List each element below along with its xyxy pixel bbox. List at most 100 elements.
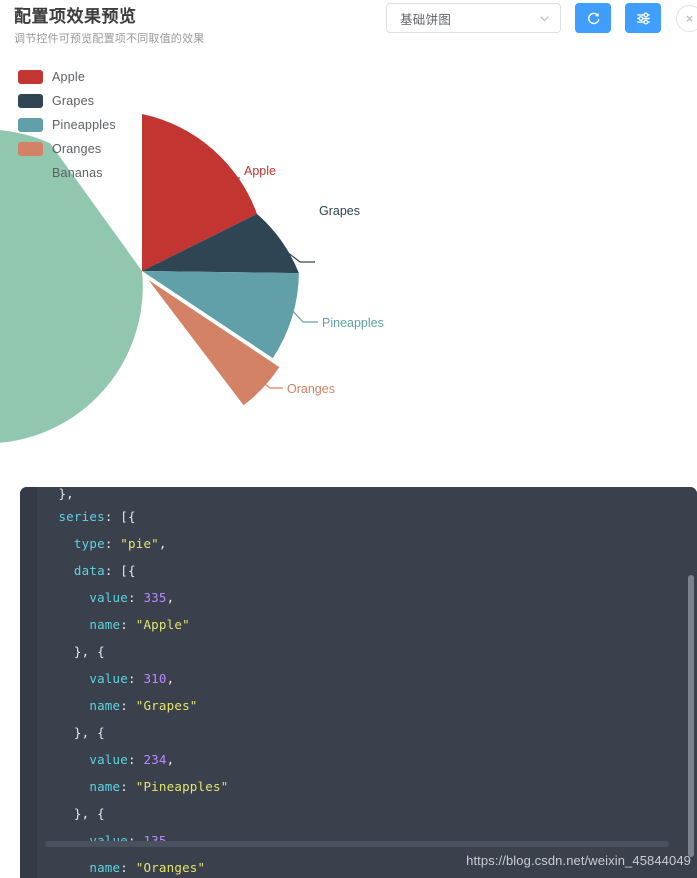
code-token-pun: : (104, 536, 121, 551)
legend-label-grapes: Grapes (52, 94, 95, 108)
code-line[interactable]: series: [{ (37, 503, 697, 530)
code-token-key: name (89, 860, 121, 875)
code-vertical-scrollbar[interactable] (688, 575, 694, 857)
code-token-key: name (89, 617, 121, 632)
code-token-str: "Pineapples" (135, 779, 229, 794)
code-gutter (20, 487, 37, 878)
code-token-pun: }, { (73, 806, 105, 821)
code-token-key: value (89, 752, 128, 767)
code-token-pun: : (128, 590, 144, 605)
code-line[interactable]: name: "Pineapples" (37, 773, 697, 800)
legend-label-apple: Apple (52, 70, 85, 84)
code-line[interactable]: name: "Apple" (37, 611, 697, 638)
pie-label-grapes: Grapes (319, 204, 360, 218)
code-line[interactable]: name: "Grapes" (37, 692, 697, 719)
code-token-key: value (89, 590, 128, 605)
code-token-pun: : (128, 671, 144, 686)
legend-label-pineapples: Pineapples (52, 118, 116, 132)
sliders-icon (636, 11, 651, 26)
refresh-icon (586, 11, 601, 26)
code-line[interactable]: type: "pie", (37, 530, 697, 557)
code-token-str: "Apple" (135, 617, 190, 632)
legend-item-pineapples[interactable]: Pineapples (18, 113, 116, 137)
legend-swatch-bananas (18, 166, 43, 180)
code-token-num: 310 (143, 671, 167, 686)
legend-label-bananas: Bananas (52, 166, 103, 180)
code-token-str: "Grapes" (135, 698, 198, 713)
code-line[interactable]: data: [{ (37, 557, 697, 584)
code-editor[interactable]: }, series: [{ type: "pie", data: [{ valu… (20, 487, 697, 878)
code-line[interactable]: value: 335, (37, 584, 697, 611)
code-token-pun: : (128, 752, 144, 767)
code-token-key: series (58, 509, 105, 524)
close-button[interactable]: × (676, 4, 697, 32)
title-block: 配置项效果预览 调节控件可预览配置项不同取值的效果 (14, 6, 204, 47)
refresh-button[interactable] (575, 3, 611, 33)
code-token-pun: : (120, 617, 136, 632)
code-token-num: 335 (143, 590, 167, 605)
settings-button[interactable] (625, 3, 661, 33)
legend-swatch-oranges (18, 142, 43, 156)
code-token-str: "Oranges" (135, 860, 206, 875)
code-line[interactable]: }, { (37, 800, 697, 827)
legend-swatch-apple (18, 70, 43, 84)
pie-label-line-pineapples (289, 307, 318, 323)
code-line[interactable]: value: 310, (37, 665, 697, 692)
code-token-pun: , (166, 752, 175, 767)
legend-swatch-grapes (18, 94, 43, 108)
code-token-pun: }, { (73, 644, 105, 659)
watermark: https://blog.csdn.net/weixin_45844049 (466, 853, 691, 868)
code-content[interactable]: }, series: [{ type: "pie", data: [{ valu… (37, 487, 697, 878)
pie-label-oranges: Oranges (287, 382, 335, 396)
code-token-pun: , (166, 671, 175, 686)
code-token-pun: , (166, 590, 175, 605)
legend-label-oranges: Oranges (52, 142, 102, 156)
page-header: 配置项效果预览 调节控件可预览配置项不同取值的效果 基础饼图 × (0, 0, 697, 56)
page-subtitle: 调节控件可预览配置项不同取值的效果 (14, 33, 205, 45)
code-token-pun: : [{ (104, 563, 136, 578)
code-token-pun: }, { (73, 725, 105, 740)
code-line[interactable]: }, { (37, 638, 697, 665)
legend-item-apple[interactable]: Apple (18, 65, 116, 89)
config-preview-page: 配置项效果预览 调节控件可预览配置项不同取值的效果 基础饼图 × Apple G… (0, 0, 697, 878)
chart-area: Apple Grapes Pineapples Oranges Apple Gr… (0, 56, 697, 487)
code-token-pun: : (120, 698, 136, 713)
legend-item-bananas[interactable]: Bananas (18, 161, 116, 185)
code-token-key: type (73, 536, 105, 551)
header-controls: 基础饼图 × (386, 3, 697, 33)
code-token-num: 234 (143, 752, 167, 767)
code-line[interactable]: }, (37, 487, 697, 503)
chevron-down-icon (538, 12, 551, 25)
chart-type-select[interactable]: 基础饼图 (386, 3, 561, 33)
pie-label-apple: Apple (244, 164, 276, 178)
code-line[interactable]: value: 234, (37, 746, 697, 773)
code-token-key: name (89, 698, 121, 713)
code-token-pun: : [{ (104, 509, 136, 524)
pie-label-pineapples: Pineapples (322, 316, 384, 330)
legend-item-grapes[interactable]: Grapes (18, 89, 116, 113)
legend-item-oranges[interactable]: Oranges (18, 137, 116, 161)
code-token-str: "pie" (120, 536, 159, 551)
code-token-key: data (73, 563, 105, 578)
code-token-pun: : (120, 860, 136, 875)
code-line[interactable]: }, { (37, 719, 697, 746)
code-token-pun: , (158, 536, 167, 551)
page-title: 配置项效果预览 (14, 7, 137, 26)
code-horizontal-scrollbar[interactable] (45, 841, 669, 847)
legend-swatch-pineapples (18, 118, 43, 132)
chart-type-select-value: 基础饼图 (400, 12, 452, 27)
